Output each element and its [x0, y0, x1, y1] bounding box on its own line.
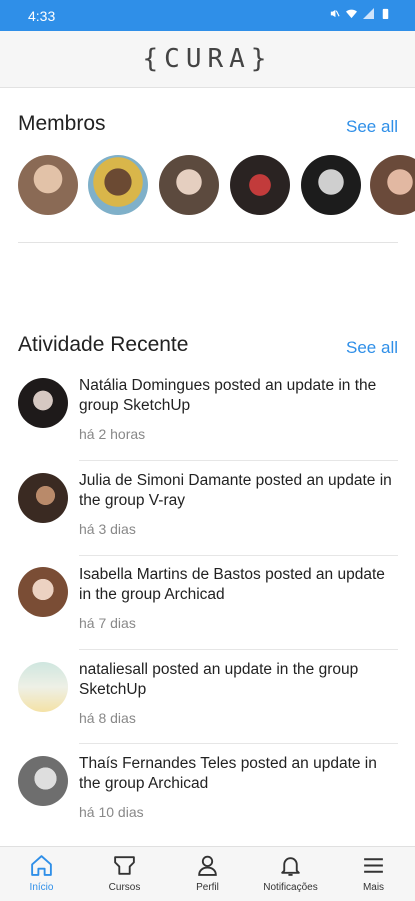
app-logo: {CURA}	[142, 44, 273, 74]
tab-label: Mais	[362, 882, 385, 893]
tab-label: Perfil	[196, 882, 219, 893]
app-bar: {CURA}	[0, 31, 415, 88]
battery-icon	[382, 8, 389, 19]
bottom-tab-bar: Início Cursos Perfil Notificações Mais	[0, 846, 415, 901]
activity-text: Julia de Simoni Damante posted an update…	[79, 472, 392, 509]
activity-title: Atividade Recente	[18, 333, 189, 356]
activity-divider	[79, 460, 398, 461]
member-avatar[interactable]	[18, 155, 78, 215]
tab-notificacoes[interactable]: Notificações	[249, 847, 332, 901]
members-see-all-link[interactable]: See all	[346, 117, 398, 137]
activity-avatar[interactable]	[18, 567, 68, 617]
member-avatar[interactable]	[159, 155, 219, 215]
activity-text: Natália Domingues posted an update in th…	[79, 377, 377, 414]
tab-mais[interactable]: Mais	[332, 847, 415, 901]
tab-inicio[interactable]: Início	[0, 847, 83, 901]
section-divider	[18, 242, 398, 243]
activity-time: há 3 dias	[79, 521, 136, 537]
activity-text: nataliesall posted an update in the grou…	[79, 661, 359, 698]
signal-icon	[363, 8, 374, 19]
activity-avatar[interactable]	[18, 662, 68, 712]
tab-label: Notificações	[263, 882, 318, 893]
member-avatar[interactable]	[230, 155, 290, 215]
tab-label: Início	[29, 882, 54, 893]
menu-icon	[364, 858, 383, 873]
tab-perfil[interactable]: Perfil	[166, 847, 249, 901]
tab-label: Cursos	[108, 882, 141, 893]
activity-divider	[79, 649, 398, 650]
home-icon	[31, 855, 52, 876]
status-icons	[329, 8, 391, 19]
tab-cursos[interactable]: Cursos	[83, 847, 166, 901]
activity-avatar[interactable]	[18, 473, 68, 523]
status-time: 4:33	[28, 8, 56, 24]
activity-time: há 8 dias	[79, 710, 136, 726]
profile-icon	[198, 855, 217, 876]
activity-time: há 2 horas	[79, 426, 146, 442]
courses-icon	[114, 856, 135, 875]
member-avatar[interactable]	[88, 155, 148, 215]
members-row	[18, 155, 415, 217]
activity-divider	[79, 555, 398, 556]
member-avatar[interactable]	[301, 155, 361, 215]
activity-text: Isabella Martins de Bastos posted an upd…	[79, 566, 385, 603]
member-avatar[interactable]	[370, 155, 415, 215]
activity-time: há 10 dias	[79, 804, 144, 820]
activity-divider	[79, 743, 398, 744]
activity-time: há 7 dias	[79, 615, 136, 631]
status-bar: 4:33	[0, 0, 415, 31]
members-title: Membros	[18, 112, 106, 135]
mute-icon	[330, 9, 340, 18]
activity-avatar[interactable]	[18, 378, 68, 428]
activity-text: Thaís Fernandes Teles posted an update i…	[79, 755, 377, 792]
activity-avatar[interactable]	[18, 756, 68, 806]
bell-icon	[281, 857, 300, 876]
activity-see-all-link[interactable]: See all	[346, 338, 398, 358]
wifi-icon	[346, 9, 357, 19]
